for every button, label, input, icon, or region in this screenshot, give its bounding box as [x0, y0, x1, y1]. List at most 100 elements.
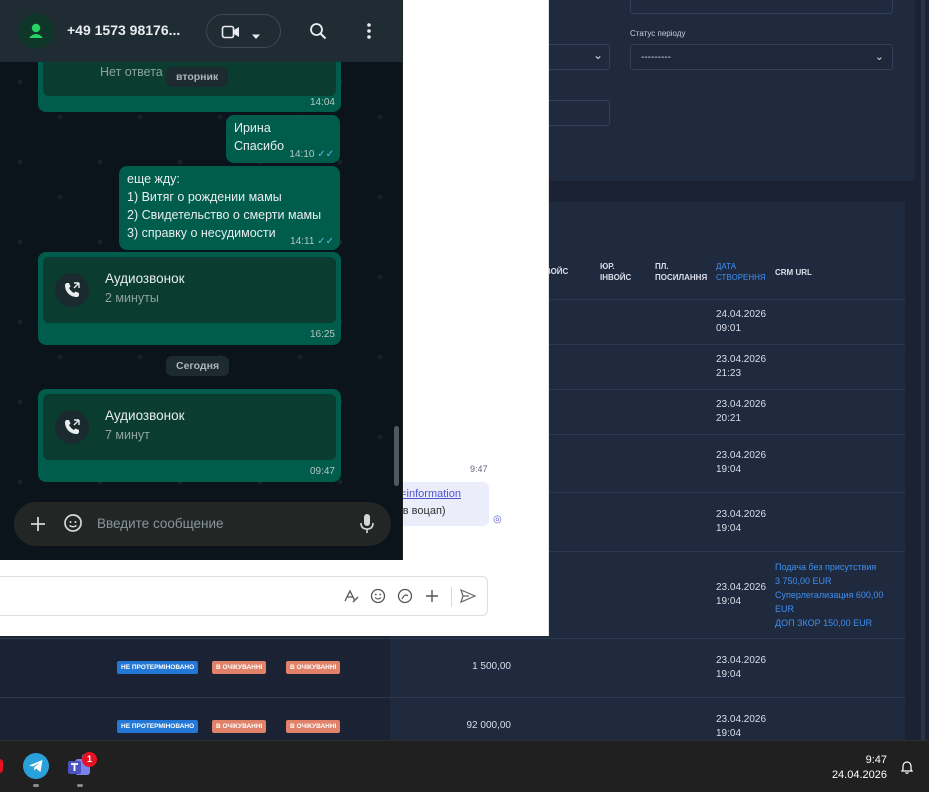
compose-box[interactable] [0, 576, 488, 616]
created-date: 24.04.2026 [716, 309, 767, 320]
message-bubble: o=information ь в воцап) [390, 482, 489, 526]
table-row: 23.04.2026 19:04 [716, 713, 766, 741]
message-bubble[interactable]: еще жду: 1) Витяг о рождении мамы 2) Сви… [119, 166, 340, 250]
message-time-value: 14:10 [289, 149, 315, 160]
crm-url-line[interactable]: 3 750,00 EUR [775, 574, 883, 588]
add-icon[interactable] [424, 588, 440, 607]
created-date: 23.04.2026 [716, 450, 767, 461]
message-time: 09:47 [309, 466, 335, 477]
day-separator: Сегодня [166, 356, 230, 376]
taskbar: 1 9:47 24.04.2026 [0, 740, 929, 792]
amount-value: 1 500,00 [472, 661, 511, 672]
crm-scrollbar[interactable] [921, 0, 925, 740]
created-time: 19:04 [716, 464, 742, 475]
more-options-icon[interactable] [363, 22, 375, 45]
created-date: 23.04.2026 [716, 714, 767, 725]
call-card[interactable]: Аудиозвонок 7 минут [43, 394, 336, 460]
call-duration: 2 минуты [105, 291, 159, 305]
double-check-icon: ✓✓ [317, 149, 334, 160]
app-badge [0, 759, 3, 773]
message-time: 16:25 [309, 329, 335, 340]
col-header-payment-link: ПЛ. ПОСИЛАННЯ [655, 262, 708, 282]
message-time: 14:10 ✓✓ [289, 146, 334, 164]
message-bubble[interactable]: Ирина Спасибо 14:10 ✓✓ [226, 115, 340, 163]
created-time: 20:21 [716, 413, 742, 424]
message-time: 14:11 ✓✓ [290, 233, 334, 251]
status-badge: В ОЧІКУВАННІ [286, 720, 341, 733]
video-call-button[interactable] [206, 14, 281, 48]
telegram-icon[interactable] [23, 753, 49, 779]
message-line: 1) Витяг о рождении мамы [127, 190, 282, 204]
created-time: 21:23 [716, 368, 742, 379]
col-header-crm-url: CRM URL [775, 268, 812, 277]
message-bubble[interactable]: Аудиозвонок 2 минуты 16:25 [38, 252, 341, 345]
clock-time[interactable]: 9:47 [866, 754, 887, 766]
contact-name[interactable]: +49 1573 98176... [67, 22, 180, 38]
divider [451, 587, 452, 607]
microphone-icon[interactable] [359, 513, 375, 540]
period-status-label: Статус періоду [630, 29, 686, 38]
row-divider [0, 697, 905, 698]
created-time: 19:04 [716, 669, 742, 680]
crm-url-line[interactable]: Подача без присутствия [775, 560, 883, 574]
created-date: 23.04.2026 [716, 354, 767, 365]
status-badge: НЕ ПРОТЕРМІНОВАНО [117, 720, 199, 733]
sticker-icon[interactable] [63, 513, 83, 538]
amount-value: 92 000,00 [466, 720, 512, 731]
crm-url-line[interactable]: ДОП ЗКОР 150,00 EUR [775, 616, 883, 630]
app-running-indicator [77, 784, 83, 787]
clock-date[interactable]: 24.04.2026 [832, 769, 887, 781]
created-time: 19:04 [716, 523, 742, 534]
message-line: 2) Свидетельство о смерти мамы [127, 208, 322, 222]
notification-icon[interactable] [899, 759, 915, 780]
emoji-icon[interactable] [370, 588, 386, 607]
message-input[interactable]: Введите сообщение [14, 502, 391, 546]
table-row: 23.04.2026 20:21 [716, 398, 766, 426]
chat-messages[interactable]: Нет ответа 14:04 вторник Ирина Спасибо 1… [0, 62, 402, 498]
table-row: 23.04.2026 19:04 [716, 508, 766, 536]
period-status-select[interactable]: --------- ⌄ [630, 44, 893, 70]
scrollbar-thumb[interactable] [394, 426, 399, 486]
created-date: 23.04.2026 [716, 399, 767, 410]
message-time-value: 14:11 [290, 236, 315, 247]
seen-check-icon: ◎ [493, 514, 502, 525]
message-input-placeholder[interactable]: Введите сообщение [97, 516, 224, 531]
phone-call-icon [55, 410, 89, 444]
sticker-icon[interactable] [397, 588, 413, 607]
status-badge: В ОЧІКУВАННІ [212, 720, 267, 733]
created-time: 19:04 [716, 728, 742, 739]
format-icon[interactable] [343, 588, 359, 607]
day-separator: вторник [166, 67, 229, 87]
created-date: 23.04.2026 [716, 655, 767, 666]
call-duration: 7 минут [105, 428, 150, 442]
notification-badge: 1 [82, 752, 97, 767]
message-time: 14:04 [309, 97, 335, 108]
col-header-created-date[interactable]: ДАТА СТВОРЕННЯ [716, 261, 771, 283]
message-line: еще жду: [127, 172, 180, 186]
avatar[interactable] [18, 13, 54, 49]
created-date: 23.04.2026 [716, 582, 767, 593]
chevron-down-icon [251, 28, 261, 46]
call-card[interactable]: Аудиозвонок 2 минуты [43, 257, 336, 323]
table-row: 23.04.2026 19:04 [716, 581, 766, 609]
search-icon[interactable] [309, 22, 327, 45]
chat-header: +49 1573 98176... [0, 0, 402, 62]
call-title: Аудиозвонок [105, 271, 185, 286]
message-link[interactable]: o=information [394, 486, 489, 503]
crm-filter-field-bottom[interactable] [540, 100, 610, 126]
crm-url-line[interactable]: Суперлегализация 600,00 [775, 588, 883, 602]
chat-scrollbar[interactable] [394, 62, 399, 498]
message-bubble[interactable]: Аудиозвонок 7 минут 09:47 [38, 389, 341, 482]
attach-plus-icon[interactable] [30, 516, 46, 537]
send-icon[interactable] [459, 588, 477, 607]
status-badge: В ОЧІКУВАННІ [212, 661, 267, 674]
call-title: Аудиозвонок [105, 408, 185, 423]
crm-url-link[interactable]: Подача без присутствия 3 750,00 EUR Супе… [775, 560, 883, 630]
table-row: 23.04.2026 21:23 [716, 353, 766, 381]
created-time: 09:01 [716, 323, 742, 334]
crm-url-line[interactable]: EUR [775, 602, 883, 616]
crm-filter-field-top-right[interactable] [630, 0, 893, 14]
col-header-legal-invoice: ЮР. ІНВОЙС [600, 262, 632, 282]
whatsapp-window: +49 1573 98176... Нет ответа 14:04 вторн… [0, 0, 403, 560]
table-row: 23.04.2026 19:04 [716, 449, 766, 477]
